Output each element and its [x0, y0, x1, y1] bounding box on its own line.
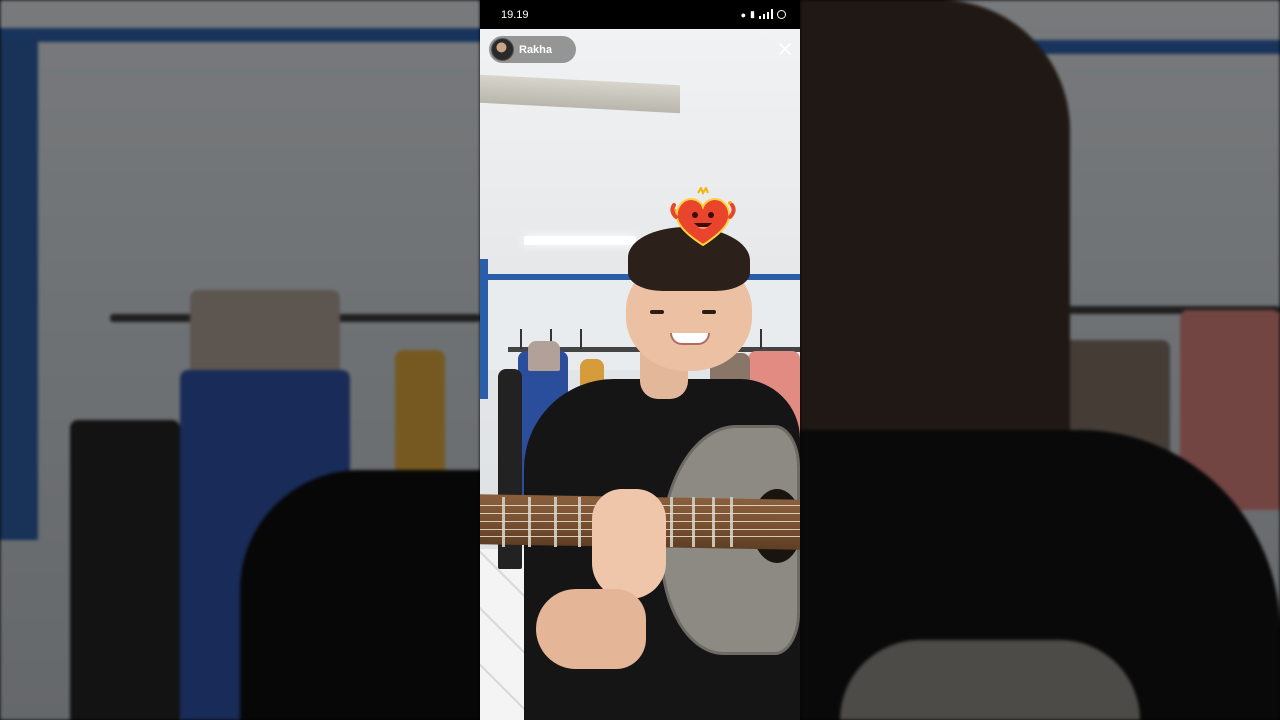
person-eye: [650, 310, 664, 314]
curtain: [0, 40, 38, 540]
story-media[interactable]: [480, 29, 800, 720]
battery-icon: [777, 10, 786, 19]
person-hand: [592, 489, 666, 599]
status-time: 19.19: [501, 8, 529, 21]
person-eye: [702, 310, 716, 314]
clothing-item: [70, 420, 180, 720]
person-arm: [536, 589, 646, 669]
shoulder-silhouette: [240, 470, 480, 720]
alarm-icon: ●: [740, 9, 747, 20]
ceiling-lamp: [524, 236, 636, 245]
story-user-pill[interactable]: Rakha: [489, 36, 576, 63]
hanger: [760, 329, 762, 349]
wall-stripe: [0, 28, 480, 42]
story-username[interactable]: Rakha: [519, 44, 552, 56]
wall-post: [480, 259, 488, 399]
guitar-closeup: [840, 640, 1140, 720]
blurred-background-left: [0, 0, 480, 720]
hanger: [520, 329, 522, 349]
status-bar: 19.19 ● ▮: [480, 0, 800, 29]
user-avatar[interactable]: [491, 38, 514, 61]
clothing-item: [528, 341, 560, 371]
hanger: [580, 329, 582, 349]
person-smile: [670, 333, 710, 345]
story-viewer: 19.19 ● ▮ Rakha: [480, 0, 800, 720]
close-button[interactable]: [775, 39, 795, 59]
close-icon: [779, 43, 791, 55]
signal-icon: [759, 8, 773, 21]
heart-face-sticker[interactable]: [668, 185, 738, 249]
blurred-background-right: [800, 0, 1280, 720]
vibrate-icon: ▮: [750, 9, 755, 19]
ceiling-lamp: [480, 74, 680, 114]
status-icons: ● ▮: [740, 8, 786, 21]
